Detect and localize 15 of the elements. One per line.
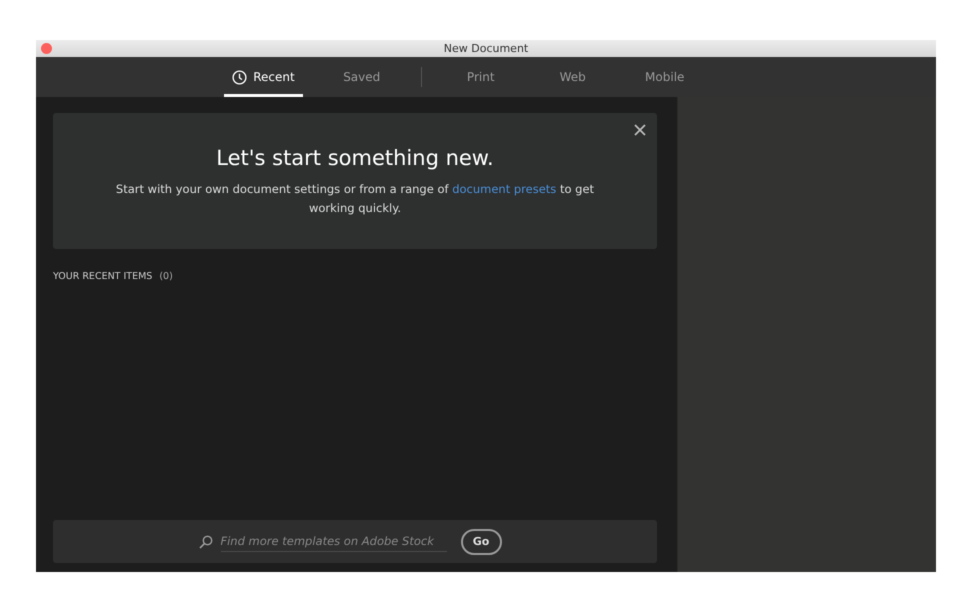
tab[interactable]: Saved [328, 57, 395, 97]
welcome-title: Let's start something new. [216, 146, 494, 170]
item-count: (0) [159, 271, 173, 282]
window-title: New Document [444, 42, 528, 55]
clock-icon [232, 70, 248, 84]
tab[interactable]: Print [448, 57, 514, 97]
go-button[interactable]: Go [460, 528, 502, 554]
section-heading: YOUR RECENT ITEMS [53, 271, 152, 282]
close-icon[interactable] [634, 124, 646, 136]
document-presets-link[interactable]: document presets [452, 182, 556, 196]
welcome-text: Start with your own document settings or from a range of document presets to get working quickly. [115, 181, 595, 217]
search-field[interactable]: Find more templates on Adobe Stock [220, 531, 446, 552]
tab[interactable]: Web [540, 57, 606, 97]
search-icon [198, 534, 212, 548]
tab[interactable]: Mobile [632, 57, 698, 97]
